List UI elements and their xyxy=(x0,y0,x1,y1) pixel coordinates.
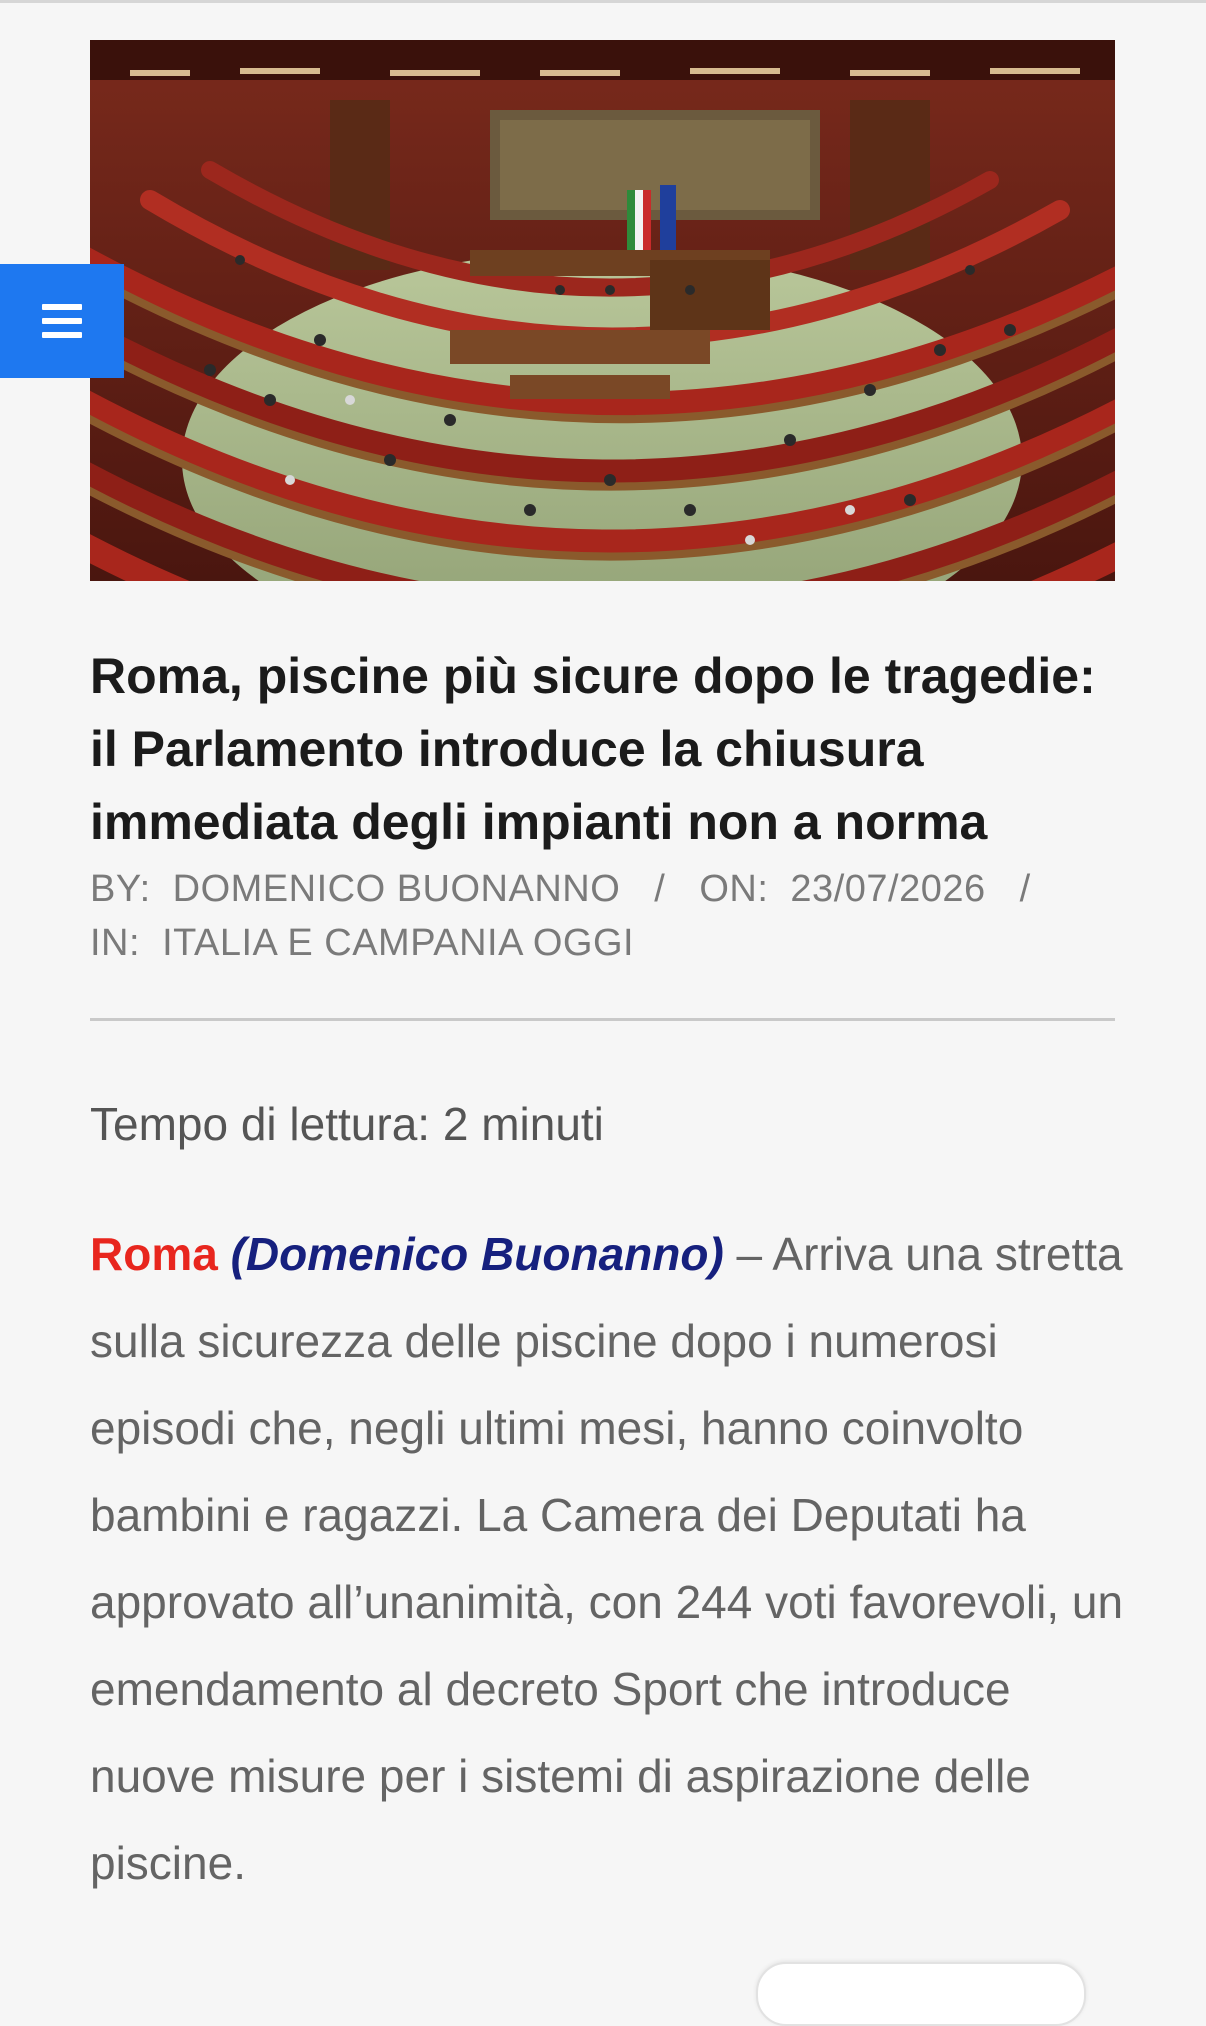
lead-author: (Domenico Buonanno) xyxy=(230,1228,724,1280)
reading-time: Tempo di lettura: 2 minuti xyxy=(90,1098,604,1150)
lead-text: – Arriva una stretta sulla sicurezza del… xyxy=(90,1228,1124,1889)
by-label: BY: xyxy=(90,868,151,910)
category-link[interactable]: ITALIA E CAMPANIA OGGI xyxy=(162,922,634,964)
top-bar xyxy=(0,0,1206,3)
lead-place: Roma xyxy=(90,1228,218,1280)
divider xyxy=(90,1018,1115,1021)
hero-image xyxy=(90,40,1115,581)
on-label: ON: xyxy=(699,868,769,910)
author-link[interactable]: DOMENICO BUONANNO xyxy=(173,868,621,910)
hamburger-menu-icon xyxy=(42,304,82,338)
floating-action-button[interactable] xyxy=(756,1962,1086,2026)
date-link[interactable]: 23/07/2026 xyxy=(790,868,985,910)
in-label: IN: xyxy=(90,922,141,964)
meta-separator: / xyxy=(654,868,666,910)
article-lead-paragraph: Roma (Domenico Buonanno) – Arriva una st… xyxy=(90,1211,1130,1907)
menu-toggle-button[interactable] xyxy=(0,264,124,378)
article-meta: BY: DOMENICO BUONANNO / ON: 23/07/2026 / IN: I… xyxy=(90,862,1130,970)
parliament-chamber-illustration xyxy=(90,40,1115,581)
article-title: Roma, piscine più sicure dopo le tragedi… xyxy=(90,648,1096,850)
meta-separator: / xyxy=(1019,868,1031,910)
